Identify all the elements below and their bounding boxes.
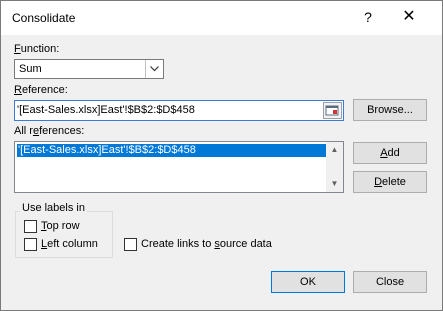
chevron-down-icon[interactable] [145, 60, 163, 78]
dialog-title: Consolidate [12, 11, 76, 25]
ok-button[interactable]: OK [271, 271, 345, 293]
use-labels-title: Use labels in [20, 202, 87, 214]
top-row-checkbox[interactable] [24, 220, 37, 233]
reference-input[interactable]: '[East-Sales.xlsx]East'!$B$2:$D$458 [14, 100, 344, 121]
left-column-label[interactable]: Left column [41, 238, 98, 250]
top-row-label[interactable]: Top row [41, 220, 80, 232]
browse-button[interactable]: Browse... [353, 99, 427, 121]
title-bar[interactable]: Consolidate ? ✕ [1, 1, 442, 35]
function-selected-value: Sum [19, 63, 42, 75]
all-references-list[interactable]: '[East-Sales.xlsx]East'!$B$2:$D$458 ▲ ▼ [14, 141, 344, 193]
scroll-down-icon[interactable]: ▼ [326, 176, 343, 192]
delete-button[interactable]: Delete [353, 171, 427, 193]
reference-label: Reference: [14, 84, 68, 96]
left-column-checkbox[interactable] [24, 238, 37, 251]
all-references-label: All references: [14, 125, 85, 137]
create-links-label[interactable]: Create links to source data [141, 238, 272, 250]
list-scrollbar[interactable]: ▲ ▼ [326, 142, 343, 192]
function-dropdown[interactable]: Sum [14, 59, 164, 79]
reference-value: '[East-Sales.xlsx]East'!$B$2:$D$458 [17, 104, 195, 116]
close-button[interactable]: Close [353, 271, 427, 293]
add-button[interactable]: Add [353, 142, 427, 164]
collapse-dialog-icon[interactable] [323, 102, 342, 119]
close-icon[interactable]: ✕ [397, 6, 421, 28]
create-links-checkbox[interactable] [124, 238, 137, 251]
list-item[interactable]: '[East-Sales.xlsx]East'!$B$2:$D$458 [17, 144, 326, 157]
scroll-up-icon[interactable]: ▲ [326, 142, 343, 158]
function-label: Function: [14, 43, 60, 55]
consolidate-dialog: Consolidate ? ✕ Function: Sum Reference:… [0, 0, 443, 311]
help-button[interactable]: ? [357, 6, 379, 28]
